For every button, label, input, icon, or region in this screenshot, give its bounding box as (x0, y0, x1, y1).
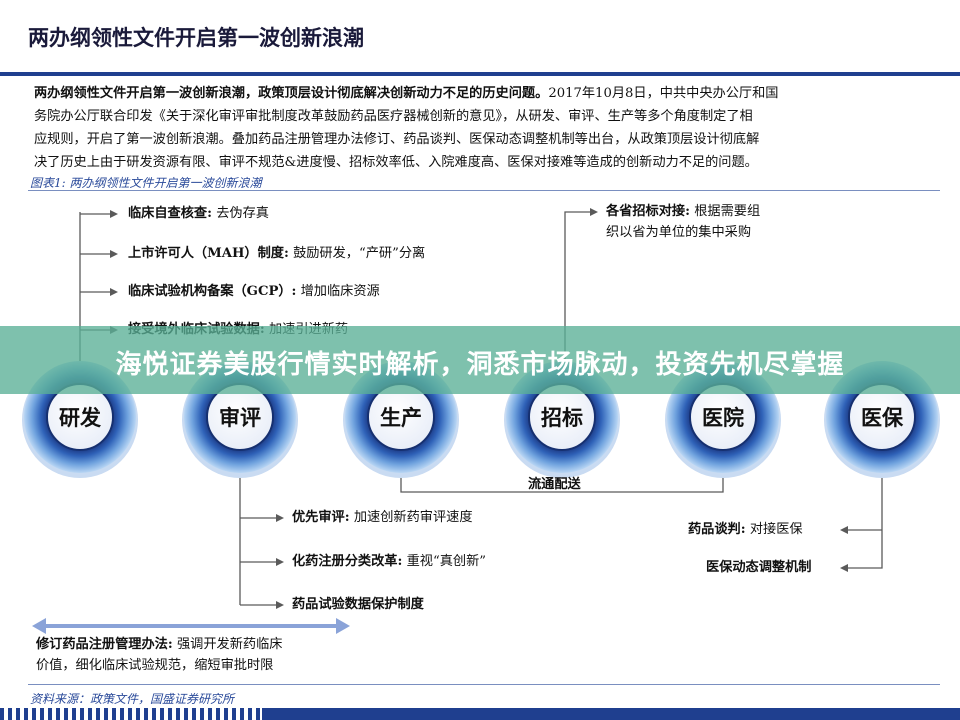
review-item-value: 加速创新药审评速度 (353, 510, 473, 525)
rd-item-key: 临床自查核查: (128, 206, 212, 221)
rd-item: 临床自查核查: 去伪存真 (128, 203, 269, 224)
rd-item-value: 增加临床资源 (300, 284, 380, 299)
tender-item-key: 各省招标对接: (606, 204, 690, 219)
review-item-key: 优先审评: (292, 510, 350, 525)
insurance-item-key: 药品谈判: (688, 522, 746, 537)
review-bracket-arrows (276, 514, 284, 609)
review-bracket (239, 462, 276, 606)
source-note: 资料来源：政策文件，国盛证券研究所 (30, 692, 235, 706)
rd-item-value: 鼓励研发，“产研”分离 (293, 246, 426, 261)
rd-item: 临床试验机构备案（GCP）: 增加临床资源 (128, 281, 380, 302)
stage-label: 生产 (380, 405, 422, 430)
tender-item-value-line1: 根据需要组 (694, 204, 761, 219)
flow-label: 流通配送 (528, 477, 581, 492)
tender-item-value-line2: 织以省为单位的集中采购 (606, 225, 752, 240)
registration-value-line2: 价值，细化临床试验规范，缩短审批时限 (36, 658, 274, 673)
review-item: 优先审评: 加速创新药审评速度 (292, 507, 473, 528)
rd-item-key: 上市许可人（MAH）制度: (128, 246, 289, 261)
stage-label: 审评 (219, 405, 261, 430)
insurance-item-key: 医保动态调整机制 (706, 560, 812, 575)
insurance-bracket-arrows (840, 526, 848, 572)
stage-label: 医保 (861, 405, 904, 430)
rd-item-key: 临床试验机构备案（GCP）: (128, 284, 297, 299)
footer-strip-solid (262, 708, 960, 720)
review-item-value: 重视“真创新” (406, 554, 486, 569)
rd-item: 上市许可人（MAH）制度: 鼓励研发，“产研”分离 (128, 243, 425, 264)
footer-rule (28, 684, 940, 685)
registration-note: 修订药品注册管理办法: 强调开发新药临床 价值，细化临床试验规范，缩短审批时限 (36, 634, 282, 676)
insurance-item-value: 对接医保 (749, 522, 803, 537)
tender-bracket-arrow (590, 208, 598, 216)
review-item: 药品试验数据保护制度 (292, 594, 424, 615)
insurance-bracket (848, 462, 883, 569)
registration-arrow (32, 618, 350, 634)
insurance-item: 医保动态调整机制 (706, 557, 812, 578)
review-item-key: 药品试验数据保护制度 (292, 597, 424, 612)
stage-label: 研发 (59, 405, 102, 430)
overlay-banner-text: 海悦证券美股行情实时解析，洞悉市场脉动，投资先机尽掌握 (115, 350, 845, 380)
review-item-key: 化药注册分类改革: (292, 554, 403, 569)
rd-bracket-arrows (110, 210, 118, 334)
registration-value-line1: 强调开发新药临床 (176, 637, 283, 652)
tender-item: 各省招标对接: 根据需要组 织以省为单位的集中采购 (606, 201, 760, 243)
insurance-item: 药品谈判: 对接医保 (688, 519, 803, 540)
review-item: 化药注册分类改革: 重视“真创新” (292, 551, 486, 572)
stage-label: 医院 (702, 405, 744, 430)
stage-label: 招标 (541, 405, 583, 430)
registration-key: 修订药品注册管理办法: (36, 637, 173, 652)
rd-item-value: 去伪存真 (216, 206, 269, 221)
